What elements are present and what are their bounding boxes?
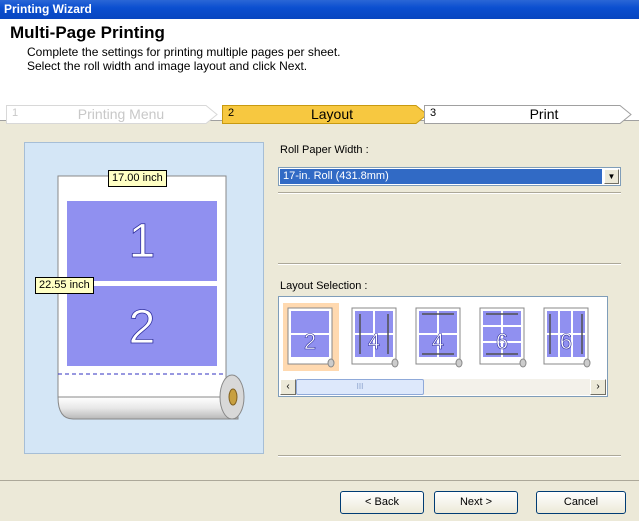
cancel-button[interactable]: Cancel xyxy=(536,491,626,514)
layout-selection-list: 2 4 4 6 6 ‹ III › xyxy=(278,296,608,397)
step-number: 2 xyxy=(228,107,235,119)
layout-option-count: 6 xyxy=(560,329,572,354)
layout-option-4a[interactable]: 4 xyxy=(347,303,403,371)
layout-option-6a[interactable]: 6 xyxy=(475,303,531,371)
back-button[interactable]: < Back xyxy=(340,491,424,514)
layout-option-count: 4 xyxy=(368,329,380,354)
roll-width-value: 17-in. Roll (431.8mm) xyxy=(280,169,602,184)
chevron-down-icon[interactable]: ▼ xyxy=(604,169,619,184)
step-number: 1 xyxy=(12,107,19,119)
layout-option-4b[interactable]: 4 xyxy=(411,303,467,371)
step-layout: 2 Layout xyxy=(222,105,428,124)
layout-4-pages-icon: 4 xyxy=(351,307,399,368)
layout-2-pages-icon: 2 xyxy=(287,307,335,368)
step-label: Print xyxy=(529,106,559,122)
layout-selection-label: Layout Selection : xyxy=(280,280,368,292)
divider xyxy=(278,263,621,265)
window-title: Printing Wizard xyxy=(4,2,92,16)
page-number-1: 1 xyxy=(129,215,156,268)
layout-option-6b[interactable]: 6 xyxy=(539,303,595,371)
step-printing-menu: 1 Printing Menu xyxy=(6,105,218,124)
layout-option-count: 2 xyxy=(304,329,316,354)
wizard-footer: < Back Next > Cancel xyxy=(0,480,639,521)
width-dimension-label: 17.00 inch xyxy=(108,170,167,187)
step-label: Layout xyxy=(310,106,354,122)
step-progress: 1 Printing Menu 2 Layout 3 Print xyxy=(6,105,632,124)
wizard-body: 1 2 17.00 inch 22.55 inch Roll Paper Wid… xyxy=(0,125,639,480)
scrollbar-thumb[interactable]: III xyxy=(296,379,424,395)
step-label: Printing Menu xyxy=(77,106,165,122)
layout-horizontal-scrollbar[interactable]: ‹ III › xyxy=(280,379,606,395)
layout-option-count: 4 xyxy=(432,329,444,354)
page-title: Multi-Page Printing xyxy=(10,23,165,42)
divider xyxy=(278,455,621,457)
next-button[interactable]: Next > xyxy=(434,491,518,514)
instruction-line-2: Select the roll width and image layout a… xyxy=(27,59,308,73)
instruction-line-1: Complete the settings for printing multi… xyxy=(27,45,341,59)
page-number-2: 2 xyxy=(129,301,156,354)
roll-width-dropdown[interactable]: 17-in. Roll (431.8mm) ▼ xyxy=(278,167,621,186)
layout-preview: 1 2 17.00 inch 22.55 inch xyxy=(24,142,264,454)
scroll-left-icon[interactable]: ‹ xyxy=(280,379,296,395)
step-print: 3 Print xyxy=(424,105,632,124)
scroll-right-icon[interactable]: › xyxy=(590,379,606,395)
height-dimension-label: 22.55 inch xyxy=(35,277,94,294)
roll-paper-illustration: 1 2 xyxy=(57,175,245,420)
layout-4-pages-alt-icon: 4 xyxy=(415,307,463,368)
step-number: 3 xyxy=(430,107,437,119)
divider xyxy=(278,192,621,194)
roll-width-label: Roll Paper Width : xyxy=(280,144,369,156)
layout-option-count: 6 xyxy=(496,329,508,354)
layout-6-pages-icon: 6 xyxy=(479,307,527,368)
layout-option-2[interactable]: 2 xyxy=(283,303,339,371)
title-bar: Printing Wizard xyxy=(0,0,639,19)
layout-6-pages-alt-icon: 6 xyxy=(543,307,591,368)
